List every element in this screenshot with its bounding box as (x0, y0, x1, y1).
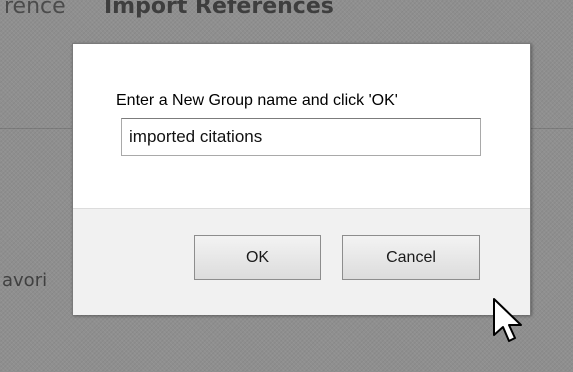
background-sidebar-text: avori (2, 270, 48, 291)
background-tab-import-references[interactable]: Import References (104, 0, 334, 19)
group-name-input[interactable] (121, 118, 481, 156)
background-tab-bar: rence Import References (0, 0, 573, 22)
arrow-cursor-icon (493, 298, 522, 342)
ok-button[interactable]: OK (194, 235, 321, 280)
new-group-dialog: Enter a New Group name and click 'OK' OK… (72, 43, 531, 315)
dialog-body: Enter a New Group name and click 'OK' (73, 44, 530, 208)
dialog-prompt: Enter a New Group name and click 'OK' (116, 92, 398, 109)
background-tab-previous[interactable]: rence (4, 0, 66, 19)
cancel-button[interactable]: Cancel (342, 235, 480, 280)
